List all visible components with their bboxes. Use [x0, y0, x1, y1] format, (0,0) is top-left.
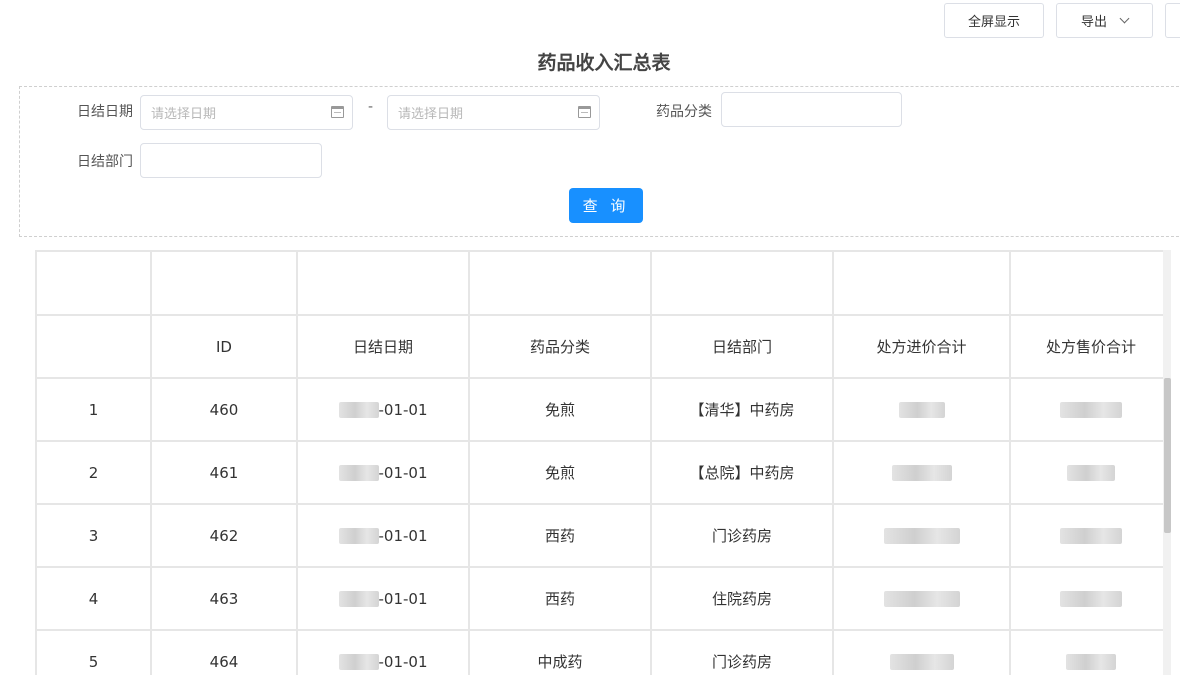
calendar-icon[interactable] [578, 106, 591, 118]
row-dept: 门诊药房 [650, 503, 834, 568]
export-button[interactable]: 导出 [1056, 3, 1153, 38]
table-row[interactable]: 4 463 -01-01 西药 住院药房 [35, 566, 1171, 631]
row-date: -01-01 [296, 440, 470, 505]
row-index: 5 [35, 629, 152, 675]
redacted-block [338, 528, 379, 544]
dept-input[interactable] [140, 143, 322, 178]
row-index: 2 [35, 440, 152, 505]
row-id: 460 [150, 377, 298, 442]
row-price-total [1009, 629, 1171, 675]
row-cost-total [832, 566, 1011, 631]
chevron-down-icon [1119, 13, 1130, 24]
category-filter-label: 药品分类 [656, 104, 712, 120]
row-category: 西药 [468, 566, 652, 631]
header-price-total[interactable]: 处方售价合计 [1009, 314, 1171, 379]
header-cost-total[interactable]: 处方进价合计 [832, 314, 1011, 379]
row-cost-total [832, 503, 1011, 568]
header-category[interactable]: 药品分类 [468, 314, 652, 379]
table-row[interactable]: 3 462 -01-01 西药 门诊药房 [35, 503, 1171, 568]
more-button[interactable] [1165, 3, 1180, 38]
redacted-block [338, 465, 379, 481]
header-spacer-row [35, 250, 1171, 316]
row-index: 1 [35, 377, 152, 442]
redacted-block [1060, 402, 1122, 418]
redacted-block [883, 591, 960, 607]
row-index: 3 [35, 503, 152, 568]
calendar-icon[interactable] [331, 106, 344, 118]
header-index [35, 314, 152, 379]
fullscreen-button[interactable]: 全屏显示 [944, 3, 1044, 38]
row-id: 461 [150, 440, 298, 505]
row-category: 免煎 [468, 440, 652, 505]
redacted-block [338, 654, 379, 670]
row-date: -01-01 [296, 566, 470, 631]
date-end-input[interactable]: 请选择日期 [387, 95, 600, 130]
row-price-total [1009, 566, 1171, 631]
redacted-block [1060, 528, 1122, 544]
row-price-total [1009, 440, 1171, 505]
redacted-block [883, 528, 960, 544]
header-dept[interactable]: 日结部门 [650, 314, 834, 379]
row-category: 中成药 [468, 629, 652, 675]
date-start-placeholder: 请选择日期 [151, 107, 217, 122]
redacted-block [889, 654, 954, 670]
dept-filter-label: 日结部门 [77, 154, 133, 170]
redacted-block [1060, 591, 1122, 607]
row-cost-total [832, 377, 1011, 442]
header-id[interactable]: ID [150, 314, 298, 379]
row-id: 463 [150, 566, 298, 631]
table-row[interactable]: 5 464 -01-01 中成药 门诊药房 [35, 629, 1171, 675]
page-title: 药品收入汇总表 [537, 52, 671, 74]
table-row[interactable]: 2 461 -01-01 免煎 【总院】中药房 [35, 440, 1171, 505]
redacted-block [338, 591, 379, 607]
row-price-total [1009, 377, 1171, 442]
row-price-total [1009, 503, 1171, 568]
row-dept: 【总院】中药房 [650, 440, 834, 505]
table-row[interactable]: 1 460 -01-01 免煎 【清华】中药房 [35, 377, 1171, 442]
row-date: -01-01 [296, 629, 470, 675]
row-date: -01-01 [296, 503, 470, 568]
data-grid: ID 日结日期 药品分类 日结部门 处方进价合计 处方售价合计 1 460 -0… [35, 250, 1171, 675]
row-category: 西药 [468, 503, 652, 568]
date-filter-label: 日结日期 [77, 104, 133, 120]
export-label: 导出 [1080, 15, 1107, 30]
date-range-separator: - [368, 99, 374, 115]
category-input[interactable] [721, 92, 902, 127]
date-start-input[interactable]: 请选择日期 [140, 95, 353, 130]
row-dept: 住院药房 [650, 566, 834, 631]
redacted-block [1067, 465, 1115, 481]
query-button[interactable]: 查 询 [569, 188, 643, 223]
row-id: 462 [150, 503, 298, 568]
redacted-block [1066, 654, 1116, 670]
row-id: 464 [150, 629, 298, 675]
row-index: 4 [35, 566, 152, 631]
redacted-block [338, 402, 379, 418]
row-dept: 门诊药房 [650, 629, 834, 675]
scrollbar-thumb[interactable] [1164, 378, 1171, 533]
row-cost-total [832, 629, 1011, 675]
row-dept: 【清华】中药房 [650, 377, 834, 442]
row-category: 免煎 [468, 377, 652, 442]
redacted-block [898, 402, 945, 418]
row-cost-total [832, 440, 1011, 505]
date-end-placeholder: 请选择日期 [398, 107, 464, 122]
header-row: ID 日结日期 药品分类 日结部门 处方进价合计 处方售价合计 [35, 314, 1171, 379]
row-date: -01-01 [296, 377, 470, 442]
header-date[interactable]: 日结日期 [296, 314, 470, 379]
redacted-block [891, 465, 952, 481]
